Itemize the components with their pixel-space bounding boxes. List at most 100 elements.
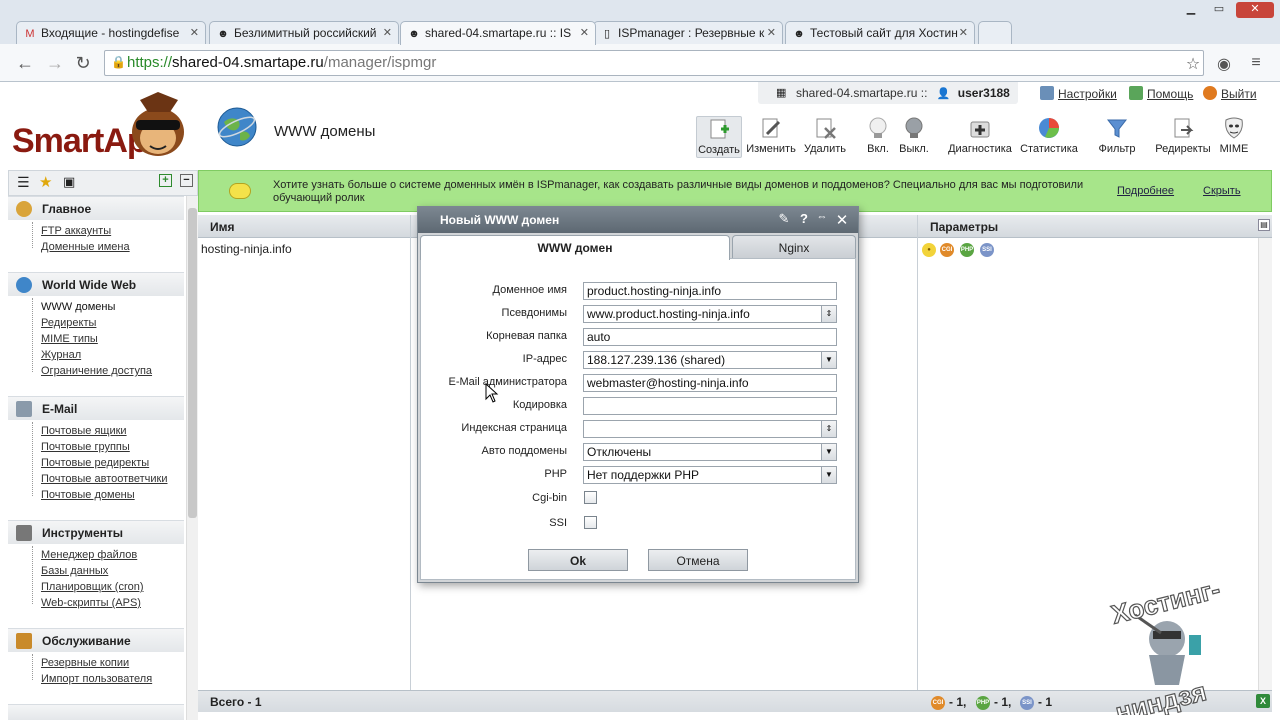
expand-all-icon[interactable]: +: [159, 174, 172, 187]
dialog-close-icon[interactable]: ✕: [834, 211, 850, 229]
forward-icon[interactable]: →: [44, 52, 66, 74]
sidebar-item-domains[interactable]: Доменные имена: [41, 241, 130, 253]
sidebar-group-more[interactable]: [8, 704, 184, 720]
sidebar-item-databases[interactable]: Базы данных: [41, 565, 108, 577]
logout-link[interactable]: Выйти: [1203, 86, 1257, 101]
sidebar-item-mime[interactable]: MIME типы: [41, 333, 98, 345]
menu-icon[interactable]: ≡: [1246, 54, 1266, 72]
extension-icon[interactable]: ◉: [1214, 54, 1234, 74]
back-icon[interactable]: ←: [14, 52, 36, 74]
dropdown-arrow-icon[interactable]: ▼: [821, 467, 836, 483]
maximize-icon[interactable]: ▭: [1206, 2, 1232, 18]
sidebar-item-mail-groups[interactable]: Почтовые группы: [41, 441, 130, 453]
sidebar-group-maintenance[interactable]: Обслуживание: [8, 628, 184, 652]
settings-link[interactable]: Настройки: [1040, 86, 1117, 101]
sidebar-scrollbar[interactable]: [186, 196, 198, 720]
sidebar-group-tools[interactable]: Инструменты: [8, 520, 184, 544]
filter-button[interactable]: Фильтр: [1096, 116, 1138, 158]
browser-tab[interactable]: ▯ ISPmanager : Резервные к ✕: [593, 21, 783, 44]
autosub-value: Отключены: [587, 445, 652, 459]
notice-more-link[interactable]: Подробнее: [1117, 185, 1174, 198]
enable-button[interactable]: Вкл.: [864, 116, 892, 158]
close-icon[interactable]: ✕: [190, 26, 199, 39]
bookmark-star-icon[interactable]: ☆: [1183, 54, 1203, 74]
dropdown-arrow-icon[interactable]: ▼: [821, 352, 836, 368]
redirects-button[interactable]: Редиректы: [1154, 116, 1212, 158]
tab-www-domain[interactable]: WWW домен: [420, 235, 730, 260]
close-icon[interactable]: ✕: [767, 26, 776, 39]
list-view-icon[interactable]: ☰: [17, 174, 30, 191]
sidebar-item-access[interactable]: Ограничение доступа: [41, 365, 152, 377]
index-page-input[interactable]: ⇕: [583, 420, 837, 438]
sidebar-item-backups[interactable]: Резервные копии: [41, 657, 129, 669]
briefcase-icon[interactable]: ▣: [63, 174, 75, 190]
ok-button[interactable]: Ok: [528, 549, 628, 571]
tab-label: Тестовый сайт для Хостин: [810, 26, 958, 40]
smartape-logo[interactable]: SmartApe: [12, 90, 202, 164]
sidebar-item-import-user[interactable]: Импорт пользователя: [41, 673, 152, 685]
root-folder-input[interactable]: auto: [583, 328, 837, 346]
ssi-checkbox[interactable]: [584, 516, 597, 529]
sidebar-item-mail-redirects[interactable]: Почтовые редиректы: [41, 457, 149, 469]
delete-button[interactable]: Удалить: [802, 116, 848, 158]
help-question-icon[interactable]: ?: [796, 211, 812, 226]
collapse-all-icon[interactable]: −: [180, 174, 193, 187]
scrollbar-thumb[interactable]: [188, 208, 197, 518]
admin-email-input[interactable]: webmaster@hosting-ninja.info: [583, 374, 837, 392]
expand-arrows-icon[interactable]: ⇕: [821, 421, 836, 437]
reload-icon[interactable]: ↻: [72, 52, 94, 74]
disable-button[interactable]: Выкл.: [898, 116, 930, 158]
diagnostics-button[interactable]: Диагностика: [946, 116, 1014, 158]
sidebar-item-aps[interactable]: Web-скрипты (APS): [41, 597, 141, 609]
php-select[interactable]: Нет поддержки PHP ▼: [583, 466, 837, 484]
sidebar-item-log[interactable]: Журнал: [41, 349, 81, 361]
cancel-button[interactable]: Отмена: [648, 549, 748, 571]
close-icon[interactable]: ✕: [580, 26, 589, 39]
browser-tab-active[interactable]: ☻ shared-04.smartape.ru :: IS ✕: [400, 21, 596, 45]
sidebar-item-redirects[interactable]: Редиректы: [41, 317, 96, 329]
sidebar-item-mail-domains[interactable]: Почтовые домены: [41, 489, 135, 501]
sidebar-group-email[interactable]: E-Mail: [8, 396, 184, 420]
resize-icon[interactable]: ⇔: [814, 211, 830, 223]
domain-input[interactable]: product.hosting-ninja.info: [583, 282, 837, 300]
statistics-button[interactable]: Статистика: [1019, 116, 1079, 158]
tab-nginx[interactable]: Nginx: [732, 235, 856, 259]
column-settings-icon[interactable]: ▤: [1258, 219, 1270, 231]
browser-tab[interactable]: M Входящие - hostingdefise ✕: [16, 21, 206, 44]
sidebar-group-www[interactable]: World Wide Web: [8, 272, 184, 296]
favorites-star-icon[interactable]: ★: [39, 173, 52, 191]
sidebar-item-autoresponders[interactable]: Почтовые автоответчики: [41, 473, 167, 485]
sidebar-item-cron[interactable]: Планировщик (cron): [41, 581, 144, 593]
create-button[interactable]: Создать: [696, 116, 742, 158]
new-tab-button[interactable]: [978, 21, 1012, 44]
notice-hide-link[interactable]: Скрыть: [1203, 185, 1241, 198]
ip-select[interactable]: 188.127.239.136 (shared) ▼: [583, 351, 837, 369]
mime-button[interactable]: MIME: [1218, 116, 1250, 158]
enable-label: Вкл.: [867, 143, 889, 155]
expand-arrows-icon[interactable]: ⇕: [821, 306, 836, 322]
url-bar[interactable]: 🔒 https://shared-04.smartape.ru/manager/…: [104, 50, 1204, 76]
column-params[interactable]: Параметры: [930, 220, 998, 234]
aliases-input[interactable]: www.product.hosting-ninja.info ⇕: [583, 305, 837, 323]
dropdown-arrow-icon[interactable]: ▼: [821, 444, 836, 460]
cgi-label: Cgi-bin: [532, 492, 567, 504]
browser-tab[interactable]: ☻ Тестовый сайт для Хостин ✕: [785, 21, 975, 44]
pin-icon[interactable]: ✎: [776, 211, 792, 227]
autosub-select[interactable]: Отключены ▼: [583, 443, 837, 461]
sidebar-group-main[interactable]: Главное: [8, 196, 184, 220]
charset-input[interactable]: [583, 397, 837, 415]
close-icon[interactable]: ✕: [959, 26, 968, 39]
sidebar-item-mailboxes[interactable]: Почтовые ящики: [41, 425, 127, 437]
window-close-icon[interactable]: ✕: [1236, 2, 1274, 18]
sidebar-item-file-manager[interactable]: Менеджер файлов: [41, 549, 137, 561]
dialog-titlebar[interactable]: Новый WWW домен ✎ ? ⇔ ✕: [418, 207, 858, 233]
close-icon[interactable]: ✕: [383, 26, 392, 39]
browser-tab[interactable]: ☻ Безлимитный российский ✕: [209, 21, 399, 44]
help-link[interactable]: Помощь: [1129, 86, 1193, 101]
column-name[interactable]: Имя: [210, 220, 235, 234]
cgi-checkbox[interactable]: [584, 491, 597, 504]
sidebar-item-ftp[interactable]: FTP аккаунты: [41, 225, 111, 237]
minimize-icon[interactable]: ▁: [1178, 2, 1204, 18]
edit-button[interactable]: Изменить: [746, 116, 796, 158]
sidebar-item-www-domains[interactable]: WWW домены: [41, 301, 115, 313]
